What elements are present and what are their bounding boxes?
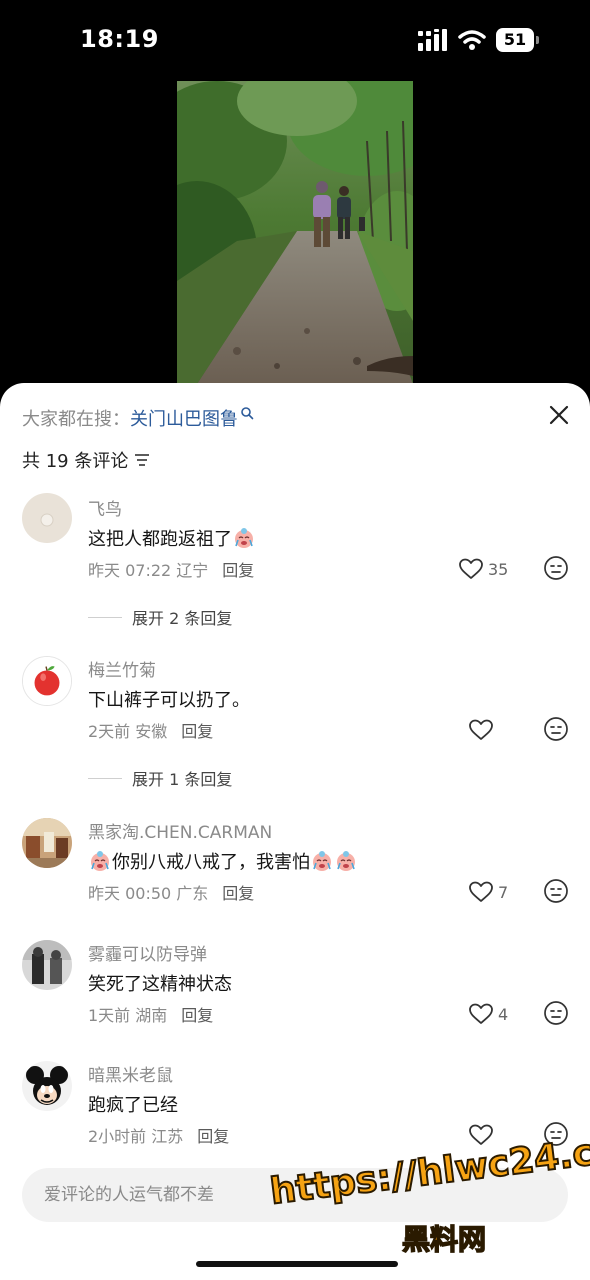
heart-icon (469, 719, 493, 740)
comment-text-body: 下山裤子可以扔了。 (88, 690, 250, 711)
comment-text: 笑死了这精神状态 (88, 970, 232, 996)
comment-username[interactable]: 黑家淘.CHEN.CARMAN (88, 818, 272, 843)
crying-face-emoji (337, 851, 355, 871)
comment-text: 下山裤子可以扔了。 (88, 686, 250, 712)
comment-meta: 1天前 湖南 回复 (88, 1002, 213, 1026)
comment-count[interactable]: 共 19 条评论 (22, 447, 150, 473)
like-count: 4 (498, 1004, 509, 1024)
battery-level: 51 (496, 28, 534, 52)
watermark: https://hlwc24.com 黑料网 (267, 1124, 590, 1272)
sort-icon (135, 454, 150, 466)
like-count: 35 (488, 559, 509, 579)
like-count: 7 (498, 882, 509, 902)
comment-time-location: 2小时前 江苏 (88, 1127, 184, 1146)
watermark-name: 黑料网 (401, 1222, 487, 1257)
like-button[interactable]: 7 (468, 878, 508, 906)
comment-meta: 2天前 安徽 回复 (88, 718, 213, 742)
comment-username[interactable]: 雾霾可以防导弹 (88, 940, 207, 965)
divider (88, 616, 122, 618)
expand-replies[interactable]: 展开 2 条回复 (88, 605, 232, 629)
crying-face-emoji (91, 851, 109, 871)
comment-time-location: 2天前 安徽 (88, 722, 168, 741)
comment-count-label: 共 19 条评论 (22, 451, 129, 472)
avatar[interactable] (22, 493, 72, 543)
comment-username[interactable]: 飞鸟 (88, 495, 122, 520)
comment-time-location: 昨天 07:22 辽宁 (88, 561, 209, 580)
like-button[interactable]: 4 (468, 1000, 508, 1028)
neutral-face-icon[interactable] (543, 878, 569, 904)
neutral-face-icon[interactable] (543, 1000, 569, 1026)
heart-icon (469, 1003, 493, 1024)
comment-text-body: 你别八戒八戒了，我害怕 (112, 852, 310, 873)
avatar[interactable] (22, 818, 72, 868)
reply-button[interactable]: 回复 (181, 1006, 213, 1025)
wifi-icon (458, 30, 486, 50)
comment-meta: 昨天 07:22 辽宁 回复 (88, 557, 254, 581)
status-bar: 18:19 51 (0, 0, 590, 80)
avatar[interactable] (22, 1061, 72, 1111)
neutral-face-icon[interactable] (543, 716, 569, 742)
reply-button[interactable]: 回复 (181, 722, 213, 741)
expand-replies[interactable]: 展开 1 条回复 (88, 766, 232, 790)
avatar[interactable] (22, 656, 72, 706)
comment-text-body: 这把人都跑返祖了 (88, 529, 232, 550)
video-thumbnail[interactable] (177, 81, 413, 384)
comment-username[interactable]: 暗黑米老鼠 (88, 1061, 173, 1086)
comment-text: 你别八戒八戒了，我害怕 (88, 848, 358, 874)
like-button[interactable]: 35 (458, 555, 508, 583)
reply-button[interactable]: 回复 (222, 561, 254, 580)
trending-search-link[interactable]: 关门山巴图鲁 (130, 405, 238, 431)
trending-search-label: 大家都在搜： (22, 409, 130, 430)
heart-icon (459, 558, 483, 579)
status-time: 18:19 (80, 25, 159, 53)
heart-icon (469, 881, 493, 902)
close-icon[interactable] (545, 401, 573, 429)
home-indicator (196, 1261, 398, 1267)
heart-icon (469, 1124, 493, 1145)
expand-replies-label: 展开 2 条回复 (132, 609, 233, 628)
crying-face-emoji (235, 528, 253, 548)
comment-username[interactable]: 梅兰竹菊 (88, 656, 156, 681)
comment-meta: 2小时前 江苏 回复 (88, 1123, 229, 1147)
comment-time-location: 昨天 00:50 广东 (88, 884, 209, 903)
expand-replies-label: 展开 1 条回复 (132, 770, 233, 789)
comment-text: 跑疯了已经 (88, 1091, 178, 1117)
battery-icon: 51 (496, 28, 540, 52)
comment-text: 这把人都跑返祖了 (88, 525, 256, 551)
search-icon (241, 407, 254, 420)
comment-meta: 昨天 00:50 广东 回复 (88, 880, 254, 904)
comment-text-body: 笑死了这精神状态 (88, 974, 232, 995)
divider (88, 777, 122, 779)
like-button[interactable] (468, 716, 498, 744)
reply-button[interactable]: 回复 (197, 1127, 229, 1146)
reply-button[interactable]: 回复 (222, 884, 254, 903)
comment-text-body: 跑疯了已经 (88, 1095, 178, 1116)
neutral-face-icon[interactable] (543, 555, 569, 581)
signal-icon (418, 29, 447, 51)
avatar[interactable] (22, 940, 72, 990)
comment-time-location: 1天前 湖南 (88, 1006, 168, 1025)
trending-search: 大家都在搜： 关门山巴图鲁 (22, 405, 254, 431)
crying-face-emoji (313, 851, 331, 871)
